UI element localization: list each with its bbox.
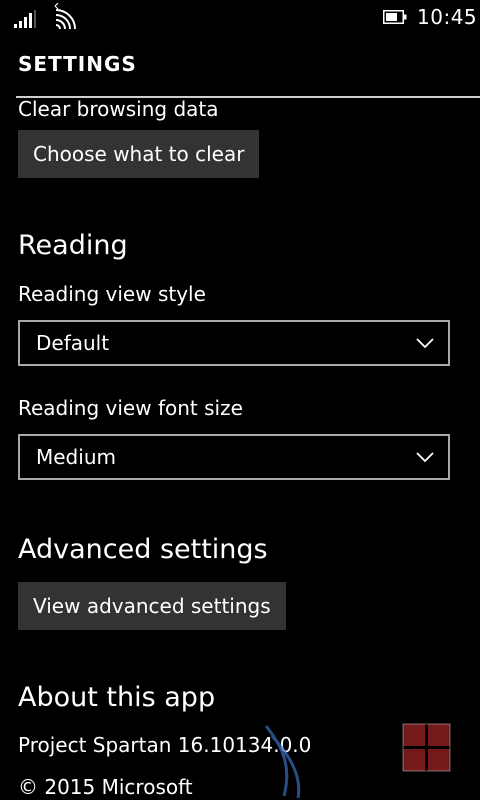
- page-title: SETTINGS: [18, 52, 137, 76]
- wifi-icon: [54, 3, 76, 29]
- reading-view-font-size-value: Medium: [36, 445, 116, 469]
- choose-what-to-clear-button[interactable]: Choose what to clear: [18, 130, 260, 178]
- reading-view-style-label: Reading view style: [18, 282, 206, 306]
- reading-heading: Reading: [18, 230, 128, 261]
- reading-view-font-size-label: Reading view font size: [18, 396, 243, 420]
- about-heading: About this app: [18, 682, 216, 713]
- reading-view-style-value: Default: [36, 331, 110, 355]
- clear-browsing-data-label: Clear browsing data: [18, 97, 219, 121]
- watermark-logo: [264, 723, 451, 799]
- status-bar: 10:45: [0, 0, 480, 36]
- battery-icon: [383, 10, 407, 24]
- reading-view-style-dropdown[interactable]: Default: [18, 320, 450, 366]
- chevron-down-icon: [416, 338, 434, 349]
- signal-icon: [14, 10, 36, 28]
- view-advanced-settings-button[interactable]: View advanced settings: [18, 582, 286, 630]
- copyright-text: © 2015 Microsoft: [18, 775, 193, 799]
- status-time: 10:45: [417, 5, 478, 29]
- chevron-down-icon: [416, 452, 434, 463]
- advanced-settings-heading: Advanced settings: [18, 534, 268, 565]
- reading-view-font-size-dropdown[interactable]: Medium: [18, 434, 450, 480]
